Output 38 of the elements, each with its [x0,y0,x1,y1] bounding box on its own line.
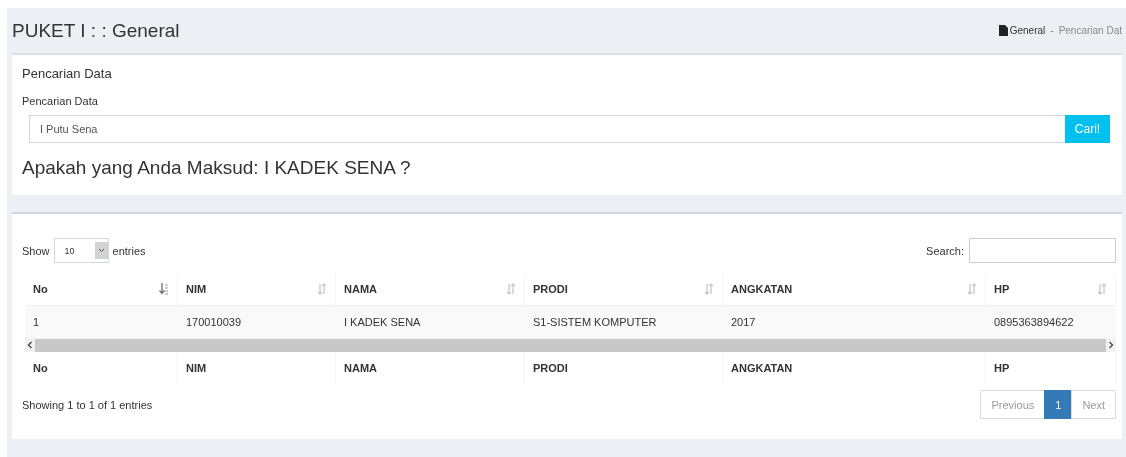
breadcrumb-separator: - [1050,25,1054,36]
table-cell-text: 0895363894622 [993,315,1075,330]
sort-icon [704,283,714,295]
column-footer: NAMA [336,352,525,384]
entries-info: Showing 1 to 1 of 1 entries [22,398,153,411]
search-label: Search: [926,244,964,257]
table-cell-text: S1-SISTEM KOMPUTER [532,315,658,330]
sort-icon [506,283,516,295]
pagination-button[interactable]: 1 [1044,390,1073,419]
sort-ascending-icon [159,283,169,295]
chevron-down-icon [94,242,108,259]
entries-select[interactable]: 10 [53,238,109,263]
search-input[interactable]: I Putu Sena [29,115,1065,143]
sort-icon [1097,283,1107,295]
breadcrumb-link[interactable]: General [998,25,1046,36]
suggestion-text: Apakah yang Anda Maksud: I KADEK SENA ? [22,157,412,179]
column-footer: No [25,352,178,384]
table-cell-text: 1 [32,315,41,330]
scroll-left-icon [27,341,33,349]
column-footer: PRODI [525,352,723,384]
column-footer: ANGKATAN [723,352,986,384]
sort-icon [967,283,977,295]
card-title: Pencarian Data [22,65,113,81]
scroll-right-icon [1108,341,1114,349]
column-footer: HP [986,352,1116,384]
horizontal-scrollbar[interactable] [25,338,1116,352]
page-title: PUKET I : : General [12,19,180,42]
table-search-field[interactable] [969,238,1116,263]
table-cell-text: 170010039 [185,315,243,330]
table-cell-text: I KADEK SENA [343,315,422,330]
breadcrumb-current: Pencarian Dat [1058,25,1122,36]
field-label: Pencarian Data [22,95,99,107]
column-footer: NIM [178,352,336,384]
entries-label: entries [112,244,146,257]
document-icon [998,25,1008,36]
show-label: Show [22,244,50,257]
sort-icon [317,283,327,295]
table-cell-text: 2017 [730,315,757,330]
